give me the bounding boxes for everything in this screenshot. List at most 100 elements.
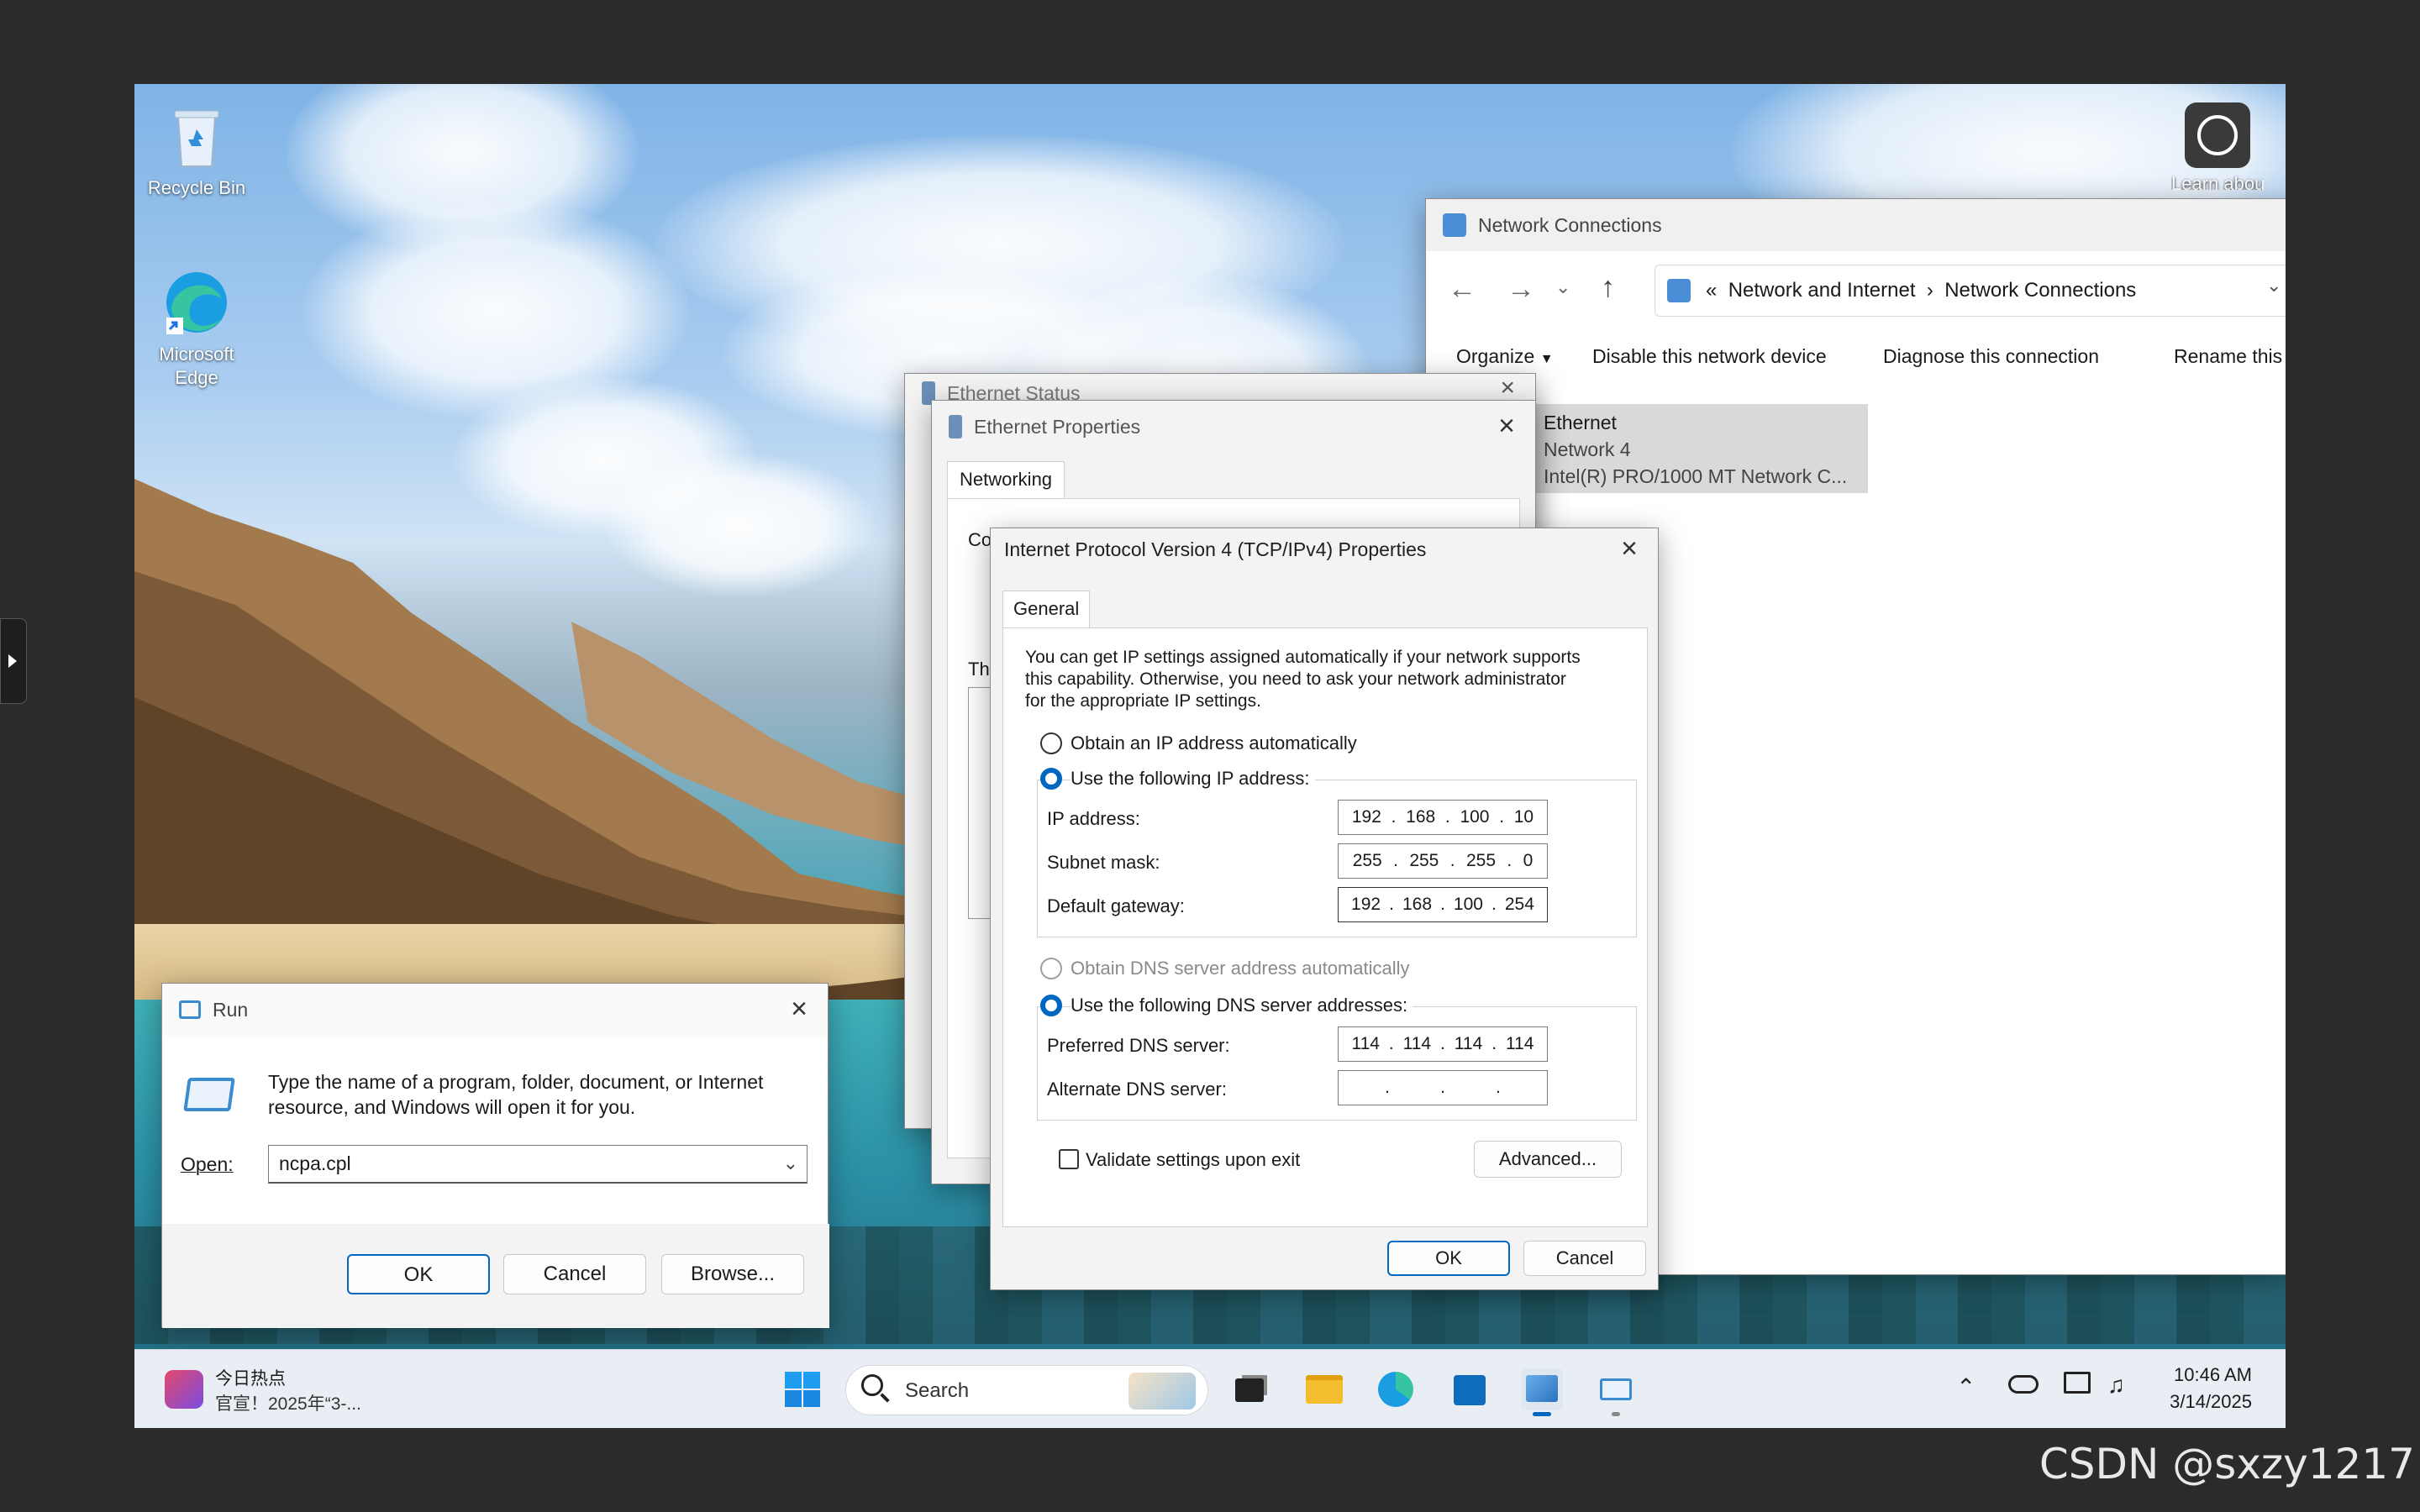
up-arrow-icon[interactable]: ↑ (1601, 271, 1615, 304)
subnet-mask-field[interactable]: 255. 255. 255. 0 (1338, 843, 1548, 879)
advanced-button[interactable]: Advanced... (1474, 1141, 1622, 1178)
address-bar[interactable]: « Network and Internet › Network Connect… (1655, 265, 2286, 317)
search-placeholder: Search (905, 1379, 970, 1402)
close-icon[interactable]: × (1612, 533, 1646, 567)
obtain-dns-auto-label[interactable]: Obtain DNS server address automatically (1071, 958, 1410, 979)
ok-button[interactable]: OK (1387, 1241, 1510, 1276)
window-title: Network Connections (1478, 213, 1662, 236)
validate-checkbox[interactable] (1059, 1149, 1079, 1169)
organize-menu[interactable]: Organize ▼ (1456, 345, 1554, 368)
dialog-title: Run (213, 998, 249, 1021)
running-indicator (1612, 1412, 1620, 1416)
adapter-ethernet[interactable]: Ethernet Network 4 Intel(R) PRO/1000 MT … (1530, 404, 1868, 493)
titlebar: Network Connections (1426, 199, 2286, 251)
ipv4-properties-dialog[interactable]: Internet Protocol Version 4 (TCP/IPv4) P… (990, 528, 1659, 1290)
obtain-ip-auto-radio[interactable] (1040, 732, 1062, 754)
use-following-ip-label[interactable]: Use the following IP address: (1071, 768, 1315, 790)
recycle-bin-icon (161, 101, 232, 171)
use-following-dns-radio[interactable] (1040, 995, 1062, 1016)
network-icon[interactable] (2064, 1372, 2091, 1394)
alternate-dns-label: Alternate DNS server: (1047, 1079, 1227, 1100)
store-icon (1454, 1375, 1486, 1405)
desktop-icon-recycle-bin[interactable]: Recycle Bin (138, 101, 255, 200)
desktop-icon-edge[interactable]: Microsoft Edge (138, 267, 255, 390)
desktop-icon-label: Microsoft Edge (159, 344, 234, 388)
side-panel-handle[interactable] (0, 618, 27, 704)
edge-taskbar-button[interactable] (1375, 1368, 1417, 1410)
control-panel-button[interactable] (1521, 1368, 1563, 1416)
volume-muted-icon[interactable]: ♫ (2107, 1372, 2125, 1399)
alternate-dns-field[interactable]: ... (1338, 1070, 1548, 1105)
task-view-icon (1235, 1378, 1264, 1402)
preferred-dns-label: Preferred DNS server: (1047, 1035, 1230, 1056)
default-gateway-label: Default gateway: (1047, 895, 1185, 916)
ok-button[interactable]: OK (347, 1254, 490, 1294)
search-icon (861, 1374, 883, 1396)
run-icon (1600, 1378, 1632, 1400)
cancel-button[interactable]: Cancel (503, 1254, 646, 1294)
default-gateway-field[interactable]: 192. 168. 100. 254 (1338, 887, 1548, 922)
clock-time: 10:46 AM (2174, 1364, 2252, 1385)
task-view-button[interactable] (1228, 1368, 1270, 1410)
open-combobox[interactable]: ncpa.cpl ⌄ (268, 1145, 808, 1184)
breadcrumb-network-connections[interactable]: Network Connections (1944, 279, 2136, 302)
learn-about-desktop-icon[interactable]: Learn about (2171, 101, 2264, 193)
tab-label: General (1013, 598, 1080, 619)
run-program-icon (183, 1078, 235, 1111)
breadcrumb-network-and-internet[interactable]: Network and Internet (1728, 279, 1916, 302)
network-folder-icon (1667, 279, 1691, 302)
ip-address-field[interactable]: 192. 168. 100. 10 (1338, 800, 1548, 835)
adapter-name: Ethernet (1544, 412, 1617, 433)
recent-dropdown-icon[interactable]: ⌄ (1555, 276, 1570, 298)
address-row: ← → ⌄ ↑ « Network and Internet › Network… (1426, 253, 2286, 328)
cancel-button[interactable]: Cancel (1523, 1241, 1646, 1276)
network-folder-icon (1443, 213, 1466, 237)
close-icon[interactable]: × (1490, 411, 1523, 444)
rename-button[interactable]: Rename this (2174, 345, 2282, 368)
tab-networking[interactable]: Networking (947, 461, 1065, 498)
start-button[interactable] (781, 1368, 823, 1410)
search-highlight-icon (1128, 1373, 1196, 1410)
network-icon (949, 415, 962, 438)
search-box[interactable]: Search (845, 1365, 1208, 1415)
run-description: Type the name of a program, folder, docu… (268, 1071, 764, 1118)
desktop: Recycle Bin Microsoft Edge Learn about N… (134, 84, 2286, 1428)
watermark: CSDN @sxzy1217 (2039, 1440, 2415, 1488)
clock[interactable]: 10:46 AM 3/14/2025 (2151, 1362, 2252, 1415)
store-button[interactable] (1449, 1368, 1491, 1410)
folder-icon (1306, 1375, 1343, 1404)
back-arrow-icon[interactable]: ← (1448, 273, 1476, 306)
diagnose-button[interactable]: Diagnose this connection (1883, 345, 2099, 368)
titlebar: Run (162, 984, 828, 1036)
cloud-offline-icon[interactable] (2008, 1375, 2039, 1394)
forward-arrow-icon[interactable]: → (1507, 273, 1535, 306)
general-panel: You can get IP settings assigned automat… (1002, 627, 1648, 1227)
tab-general[interactable]: General (1002, 591, 1091, 627)
browse-button[interactable]: Browse... (661, 1254, 804, 1294)
file-explorer-button[interactable] (1302, 1368, 1344, 1410)
subnet-mask-label: Subnet mask: (1047, 852, 1160, 873)
preferred-dns-field[interactable]: 114. 114. 114. 114 (1338, 1026, 1548, 1062)
address-dropdown-icon[interactable]: ⌄ (2266, 275, 2281, 297)
close-icon[interactable]: × (782, 994, 816, 1027)
disable-device-button[interactable]: Disable this network device (1592, 345, 1827, 368)
command-bar: Organize ▼ Disable this network device D… (1426, 328, 2286, 384)
news-title: 今日热点 (215, 1369, 286, 1389)
items-label-fragment: Th (968, 659, 990, 680)
breadcrumb-separator: › (1926, 279, 1933, 302)
use-following-ip-radio[interactable] (1040, 768, 1062, 790)
tray-overflow-icon[interactable]: ⌃ (1956, 1373, 1975, 1401)
windows-logo-icon (785, 1372, 820, 1407)
run-taskbar-button[interactable] (1595, 1368, 1637, 1416)
validate-label[interactable]: Validate settings upon exit (1086, 1149, 1300, 1171)
breadcrumb-overflow[interactable]: « (1706, 279, 1717, 302)
run-dialog[interactable]: Run × Type the name of a program, folder… (161, 983, 829, 1328)
news-widget[interactable]: 今日热点 官宣！2025年“3-... (160, 1362, 412, 1417)
titlebar: Ethernet Properties (932, 401, 1535, 453)
obtain-dns-auto-radio[interactable] (1040, 958, 1062, 979)
use-following-dns-label[interactable]: Use the following DNS server addresses: (1071, 995, 1413, 1016)
obtain-ip-auto-label[interactable]: Obtain an IP address automatically (1071, 732, 1357, 754)
close-icon[interactable]: × (1500, 374, 1515, 402)
edge-icon (1378, 1372, 1413, 1407)
chevron-down-icon[interactable]: ⌄ (783, 1146, 798, 1181)
